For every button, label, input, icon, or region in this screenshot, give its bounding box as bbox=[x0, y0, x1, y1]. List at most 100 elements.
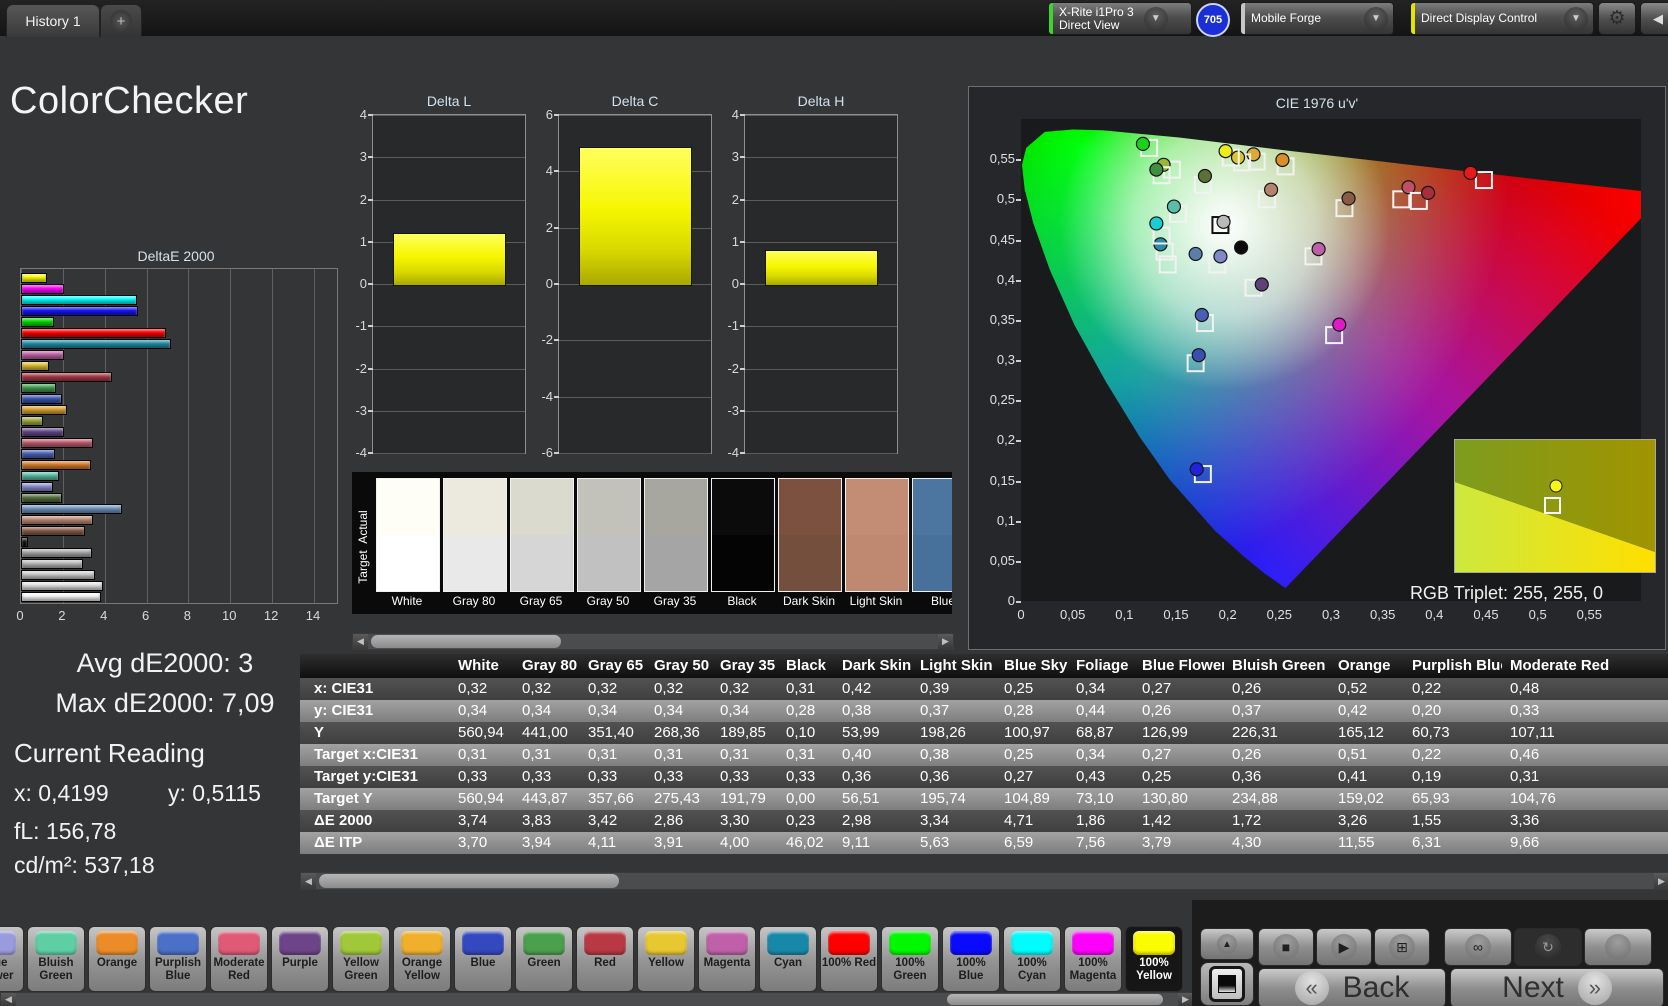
scroll-left-icon[interactable]: ◀ bbox=[353, 634, 368, 649]
tick-mark bbox=[740, 156, 745, 158]
scroll-right-icon[interactable]: ▶ bbox=[1654, 873, 1668, 889]
continuous-read-button[interactable]: ∞ bbox=[1444, 928, 1512, 966]
cie-x-tick-label: 0,2 bbox=[1208, 607, 1248, 622]
swatch-actual bbox=[444, 479, 506, 535]
table-cell: 4,30 bbox=[1224, 832, 1330, 854]
patch-button-purplish-blue[interactable]: Purplish Blue bbox=[149, 926, 207, 992]
table-cell: 0,28 bbox=[778, 700, 834, 722]
page-title: ColorChecker bbox=[10, 80, 248, 123]
swatch-scrollbar-thumb[interactable] bbox=[371, 635, 561, 648]
table-cell: 0,26 bbox=[1134, 700, 1224, 722]
spare-transport-button[interactable] bbox=[1584, 928, 1652, 966]
meter-select-button[interactable]: X-Rite i1Pro 3Direct View ▼ bbox=[1048, 2, 1192, 35]
table-cell: 3,36 bbox=[1502, 810, 1668, 832]
collapse-panel-button[interactable]: ◀ bbox=[1640, 2, 1668, 35]
patch-button-100-blue[interactable]: 100% Blue bbox=[942, 926, 1000, 992]
workflow-select-button[interactable]: Direct Display Control ▼ bbox=[1410, 2, 1594, 35]
tick-mark bbox=[1016, 521, 1021, 523]
patch-button-100-green[interactable]: 100% Green bbox=[881, 926, 939, 992]
pattern-mode-button[interactable]: ⊞ bbox=[1374, 928, 1430, 966]
scroll-left-icon[interactable]: ◀ bbox=[1, 993, 16, 1006]
patch-button-cyan[interactable]: Cyan bbox=[759, 926, 817, 992]
patch-swatch bbox=[950, 931, 992, 955]
table-cell: 0,25 bbox=[996, 678, 1068, 700]
patch-button-label: Purple bbox=[272, 957, 328, 970]
infinity-icon: ∞ bbox=[1465, 934, 1491, 960]
table-cell: 0,27 bbox=[1134, 744, 1224, 766]
table-cell: 0,34 bbox=[1068, 744, 1134, 766]
patch-button-blue-flower[interactable]: Blue Flower bbox=[0, 926, 24, 992]
patch-scrollbar[interactable]: ◀ ▶ bbox=[0, 992, 1192, 1006]
table-scrollbar[interactable]: ◀ ▶ bbox=[300, 872, 1668, 890]
patch-button-yellow[interactable]: Yellow bbox=[637, 926, 695, 992]
scroll-right-icon[interactable]: ▶ bbox=[1178, 993, 1192, 1006]
patch-button-moderate-red[interactable]: Moderate Red bbox=[210, 926, 268, 992]
row-label: ΔE ITP bbox=[300, 832, 450, 854]
tick-mark bbox=[1016, 481, 1021, 483]
patch-button-100-magenta[interactable]: 100% Magenta bbox=[1064, 926, 1122, 992]
patch-button-blue[interactable]: Blue bbox=[454, 926, 512, 992]
table-cell: 0,36 bbox=[1224, 766, 1330, 788]
table-cell: 0,31 bbox=[580, 744, 646, 766]
add-tab-button[interactable]: + bbox=[100, 4, 142, 37]
cie-y-tick-label: 0,3 bbox=[975, 352, 1015, 367]
table-scrollbar-thumb[interactable] bbox=[319, 874, 619, 888]
cie-y-tick-label: 0,4 bbox=[975, 272, 1015, 287]
table-cell: 0,26 bbox=[1224, 744, 1330, 766]
patch-button-orange-yellow[interactable]: Orange Yellow bbox=[393, 926, 451, 992]
patch-button-100-red[interactable]: 100% Red bbox=[820, 926, 878, 992]
patch-button-100-yellow[interactable]: 100% Yellow bbox=[1125, 926, 1183, 992]
patch-swatch bbox=[340, 931, 382, 955]
table-cell: 189,85 bbox=[712, 722, 778, 744]
column-header: Orange bbox=[1330, 654, 1404, 678]
tick-mark bbox=[1016, 601, 1021, 603]
patch-button-green[interactable]: Green bbox=[515, 926, 573, 992]
source-select-button[interactable]: Mobile Forge ▼ bbox=[1240, 2, 1394, 35]
patch-button-magenta[interactable]: Magenta bbox=[698, 926, 756, 992]
next-button[interactable]: Next » bbox=[1450, 968, 1664, 1006]
patch-scrollbar-thumb[interactable] bbox=[947, 994, 1163, 1005]
swatch-actual bbox=[712, 479, 774, 535]
table-cell: 0,22 bbox=[1404, 678, 1502, 700]
patch-button-orange[interactable]: Orange bbox=[88, 926, 146, 992]
table-cell: 0,34 bbox=[580, 700, 646, 722]
pattern-window-button[interactable] bbox=[1200, 962, 1254, 1006]
table-cell: 0,32 bbox=[450, 678, 514, 700]
patch-button-red[interactable]: Red bbox=[576, 926, 634, 992]
stop-button[interactable]: ■ bbox=[1258, 928, 1314, 966]
play-button[interactable]: ▶ bbox=[1316, 928, 1372, 966]
patch-button-100-cyan[interactable]: 100% Cyan bbox=[1003, 926, 1061, 992]
strip-expand-button[interactable]: ▲ bbox=[1200, 928, 1254, 960]
table-cell: 0,31 bbox=[646, 744, 712, 766]
window-icon bbox=[1209, 966, 1245, 1002]
patch-button-purple[interactable]: Purple bbox=[271, 926, 329, 992]
badge-label: 705 bbox=[1204, 14, 1222, 26]
patch-button-yellow-green[interactable]: Yellow Green bbox=[332, 926, 390, 992]
cie-x-tick-label: 0,05 bbox=[1053, 607, 1093, 622]
de2000-bar bbox=[21, 328, 166, 338]
target-row-label: Target bbox=[356, 516, 370, 614]
current-reading-heading: Current Reading bbox=[14, 738, 205, 769]
chevron-down-icon: ▼ bbox=[1364, 7, 1388, 31]
scroll-left-icon[interactable]: ◀ bbox=[301, 873, 316, 889]
scroll-right-icon[interactable]: ▶ bbox=[938, 634, 953, 649]
settings-button[interactable]: ⚙ bbox=[1598, 2, 1636, 35]
measured-marker bbox=[1333, 318, 1346, 331]
patch-button-label: 100% Red bbox=[821, 957, 877, 970]
swatch-actual bbox=[645, 479, 707, 535]
deltae2000-chart: DeltaE 2000 02468101214 bbox=[14, 248, 338, 628]
history-tab[interactable]: History 1 bbox=[6, 4, 100, 37]
table-cell: 0,27 bbox=[996, 766, 1068, 788]
tick-mark bbox=[1016, 240, 1021, 242]
refresh-read-button[interactable]: ↻ bbox=[1514, 928, 1582, 966]
meter-count-badge[interactable]: 705 bbox=[1196, 3, 1230, 37]
back-button[interactable]: « Back bbox=[1258, 968, 1446, 1006]
measured-marker bbox=[1235, 241, 1248, 254]
patch-button-bluish-green[interactable]: Bluish Green bbox=[27, 926, 85, 992]
table-cell: 73,10 bbox=[1068, 788, 1134, 810]
table-cell: 0,34 bbox=[450, 700, 514, 722]
measured-marker bbox=[1136, 137, 1149, 150]
swatch-scrollbar[interactable]: ◀ ▶ bbox=[352, 633, 954, 650]
calman-app: History 1 + X-Rite i1Pro 3Direct View ▼ … bbox=[0, 0, 1668, 1006]
cie-x-tick-label: 0,15 bbox=[1156, 607, 1196, 622]
